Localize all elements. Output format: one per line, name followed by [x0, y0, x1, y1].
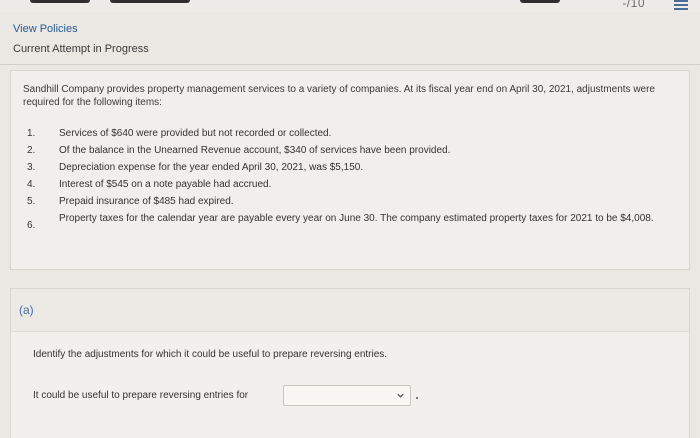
- tab-edge: [110, 0, 190, 3]
- period-mark: [416, 397, 418, 399]
- question-box: Sandhill Company provides property manag…: [10, 70, 690, 270]
- list-item: 6. Property taxes for the calendar year a…: [27, 213, 654, 231]
- answer-label: It could be useful to prepare reversing …: [33, 390, 249, 401]
- list-item: 3. Depreciation expense for the year ende…: [27, 162, 364, 173]
- menu-icon[interactable]: [674, 0, 688, 10]
- list-item: 1. Services of $640 were provided but not…: [27, 128, 332, 139]
- attempt-status: Current Attempt in Progress: [13, 43, 149, 55]
- list-item: 2. Of the balance in the Unearned Revenue…: [27, 145, 451, 156]
- divider: [0, 64, 700, 65]
- tab-edge: [30, 0, 90, 3]
- part-a-instruction: Identify the adjustments for which it co…: [33, 349, 388, 360]
- list-item: 4. Interest of $545 on a note payable had…: [27, 179, 272, 190]
- tab-edge: [520, 0, 560, 3]
- adjustment-list: 1. Services of $640 were provided but not…: [23, 127, 663, 231]
- view-policies-link[interactable]: View Policies: [13, 23, 78, 35]
- part-a-header: (a): [11, 289, 689, 332]
- chevron-down-icon: [397, 393, 404, 398]
- list-item: 5. Prepaid insurance of $485 had expired.: [27, 196, 234, 207]
- reversing-entries-select[interactable]: [283, 385, 411, 406]
- question-intro: Sandhill Company provides property manag…: [23, 84, 655, 108]
- score-display: -/10: [622, 0, 645, 10]
- part-a-label: (a): [19, 303, 34, 317]
- part-a-box: (a) Identify the adjustments for which i…: [10, 288, 690, 438]
- top-bar: -/10: [0, 0, 700, 12]
